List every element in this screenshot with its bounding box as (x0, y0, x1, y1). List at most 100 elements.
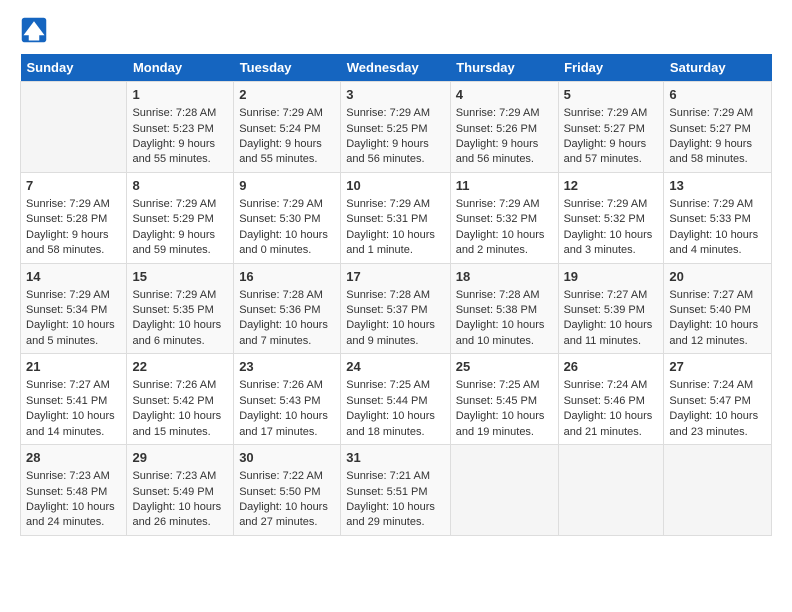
day-cell: 1Sunrise: 7:28 AMSunset: 5:23 PMDaylight… (127, 82, 234, 173)
sunrise-text: Sunrise: 7:21 AM (346, 470, 430, 482)
sunrise-text: Sunrise: 7:29 AM (26, 198, 110, 210)
day-number: 1 (132, 86, 228, 104)
sunrise-text: Sunrise: 7:29 AM (239, 198, 323, 210)
sunset-text: Sunset: 5:39 PM (564, 304, 645, 316)
sunrise-text: Sunrise: 7:29 AM (346, 198, 430, 210)
sunset-text: Sunset: 5:45 PM (456, 395, 537, 407)
sunset-text: Sunset: 5:29 PM (132, 213, 213, 225)
day-number: 28 (26, 449, 121, 467)
week-row-5: 28Sunrise: 7:23 AMSunset: 5:48 PMDayligh… (21, 445, 772, 536)
day-number: 27 (669, 358, 766, 376)
daylight-text: Daylight: 9 hours and 58 minutes. (26, 229, 109, 256)
sunrise-text: Sunrise: 7:23 AM (132, 470, 216, 482)
daylight-text: Daylight: 10 hours and 2 minutes. (456, 229, 545, 256)
header-cell-tuesday: Tuesday (234, 54, 341, 82)
sunset-text: Sunset: 5:50 PM (239, 486, 320, 498)
day-number: 12 (564, 177, 659, 195)
day-number: 18 (456, 268, 553, 286)
sunset-text: Sunset: 5:41 PM (26, 395, 107, 407)
daylight-text: Daylight: 9 hours and 55 minutes. (132, 138, 215, 165)
sunset-text: Sunset: 5:43 PM (239, 395, 320, 407)
sunrise-text: Sunrise: 7:26 AM (239, 379, 323, 391)
day-number: 31 (346, 449, 444, 467)
sunrise-text: Sunrise: 7:29 AM (669, 198, 753, 210)
sunset-text: Sunset: 5:27 PM (564, 123, 645, 135)
daylight-text: Daylight: 10 hours and 11 minutes. (564, 319, 653, 346)
day-cell: 24Sunrise: 7:25 AMSunset: 5:44 PMDayligh… (341, 354, 450, 445)
day-cell: 14Sunrise: 7:29 AMSunset: 5:34 PMDayligh… (21, 263, 127, 354)
daylight-text: Daylight: 10 hours and 17 minutes. (239, 410, 328, 437)
day-number: 13 (669, 177, 766, 195)
week-row-2: 7 Sunrise: 7:29 AM Sunset: 5:28 PM Daylight… (21, 172, 772, 263)
sunrise-text: Sunrise: 7:22 AM (239, 470, 323, 482)
calendar-body: 1 Sunrise: 7:28 AM Sunset: 5:23 PM Daylight… (21, 82, 772, 536)
day-cell: 26Sunrise: 7:24 AMSunset: 5:46 PMDayligh… (558, 354, 664, 445)
sunset-text: Sunset: 5:30 PM (239, 213, 320, 225)
sunset-text: Sunset: 5:31 PM (346, 213, 427, 225)
day-number: 10 (346, 177, 444, 195)
header-row: SundayMondayTuesdayWednesdayThursdayFrid… (21, 54, 772, 82)
day-cell: 9 Sunrise: 7:29 AM Sunset: 5:30 PM Daylight… (234, 172, 341, 263)
day-cell: 16Sunrise: 7:28 AMSunset: 5:36 PMDayligh… (234, 263, 341, 354)
calendar-page: SundayMondayTuesdayWednesdayThursdayFrid… (0, 0, 792, 546)
day-number: 8 (132, 177, 228, 195)
day-cell: 6Sunrise: 7:29 AMSunset: 5:27 PMDaylight… (664, 82, 772, 173)
sunset-text: Sunset: 5:25 PM (346, 123, 427, 135)
sunset-text: Sunset: 5:35 PM (132, 304, 213, 316)
daylight-text: Daylight: 10 hours and 15 minutes. (132, 410, 221, 437)
day-cell: 27Sunrise: 7:24 AMSunset: 5:47 PMDayligh… (664, 354, 772, 445)
daylight-text: Daylight: 10 hours and 6 minutes. (132, 319, 221, 346)
day-number: 3 (346, 86, 444, 104)
day-number: 19 (564, 268, 659, 286)
sunset-text: Sunset: 5:51 PM (346, 486, 427, 498)
sunrise-text: Sunrise: 7:29 AM (564, 107, 648, 119)
sunrise-text: Sunrise: 7:25 AM (456, 379, 540, 391)
daylight-text: Daylight: 9 hours and 56 minutes. (346, 138, 429, 165)
daylight-text: Daylight: 10 hours and 3 minutes. (564, 229, 653, 256)
sunset-text: Sunset: 5:28 PM (26, 213, 107, 225)
sunrise-text: Sunrise: 7:28 AM (346, 289, 430, 301)
day-number: 14 (26, 268, 121, 286)
day-number: 7 (26, 177, 121, 195)
sunset-text: Sunset: 5:36 PM (239, 304, 320, 316)
sunrise-text: Sunrise: 7:29 AM (456, 107, 540, 119)
sunset-text: Sunset: 5:24 PM (239, 123, 320, 135)
sunrise-text: Sunrise: 7:26 AM (132, 379, 216, 391)
daylight-text: Daylight: 10 hours and 24 minutes. (26, 501, 115, 528)
header-cell-saturday: Saturday (664, 54, 772, 82)
day-cell (450, 445, 558, 536)
sunrise-text: Sunrise: 7:27 AM (26, 379, 110, 391)
day-cell: 5Sunrise: 7:29 AMSunset: 5:27 PMDaylight… (558, 82, 664, 173)
sunset-text: Sunset: 5:32 PM (564, 213, 645, 225)
sunset-text: Sunset: 5:23 PM (132, 123, 213, 135)
calendar-header: SundayMondayTuesdayWednesdayThursdayFrid… (21, 54, 772, 82)
sunset-text: Sunset: 5:38 PM (456, 304, 537, 316)
sunrise-text: Sunrise: 7:25 AM (346, 379, 430, 391)
day-cell: 2Sunrise: 7:29 AMSunset: 5:24 PMDaylight… (234, 82, 341, 173)
sunset-text: Sunset: 5:40 PM (669, 304, 750, 316)
day-number: 9 (239, 177, 335, 195)
daylight-text: Daylight: 10 hours and 9 minutes. (346, 319, 435, 346)
sunset-text: Sunset: 5:34 PM (26, 304, 107, 316)
sunrise-text: Sunrise: 7:27 AM (564, 289, 648, 301)
day-cell: 11Sunrise: 7:29 AMSunset: 5:32 PMDayligh… (450, 172, 558, 263)
day-cell: 10Sunrise: 7:29 AMSunset: 5:31 PMDayligh… (341, 172, 450, 263)
daylight-text: Daylight: 10 hours and 0 minutes. (239, 229, 328, 256)
day-cell: 17Sunrise: 7:28 AMSunset: 5:37 PMDayligh… (341, 263, 450, 354)
week-row-4: 21Sunrise: 7:27 AMSunset: 5:41 PMDayligh… (21, 354, 772, 445)
day-cell: 23Sunrise: 7:26 AMSunset: 5:43 PMDayligh… (234, 354, 341, 445)
daylight-text: Daylight: 10 hours and 5 minutes. (26, 319, 115, 346)
day-cell: 18 Sunrise: 7:28 AM Sunset: 5:38 PM Dayligh… (450, 263, 558, 354)
day-number: 17 (346, 268, 444, 286)
daylight-text: Daylight: 10 hours and 29 minutes. (346, 501, 435, 528)
sunrise-text: Sunrise: 7:28 AM (456, 289, 540, 301)
sunset-text: Sunset: 5:42 PM (132, 395, 213, 407)
week-row-1: 1Sunrise: 7:28 AMSunset: 5:23 PMDaylight… (21, 82, 772, 173)
week-row-3: 14Sunrise: 7:29 AMSunset: 5:34 PMDayligh… (21, 263, 772, 354)
sunset-text: Sunset: 5:26 PM (456, 123, 537, 135)
daylight-text: Daylight: 10 hours and 21 minutes. (564, 410, 653, 437)
daylight-text: Daylight: 10 hours and 10 minutes. (456, 319, 545, 346)
sunrise-text: Sunrise: 7:29 AM (669, 107, 753, 119)
day-cell: 8Sunrise: 7:29 AMSunset: 5:29 PMDaylight… (127, 172, 234, 263)
daylight-text: Daylight: 10 hours and 7 minutes. (239, 319, 328, 346)
